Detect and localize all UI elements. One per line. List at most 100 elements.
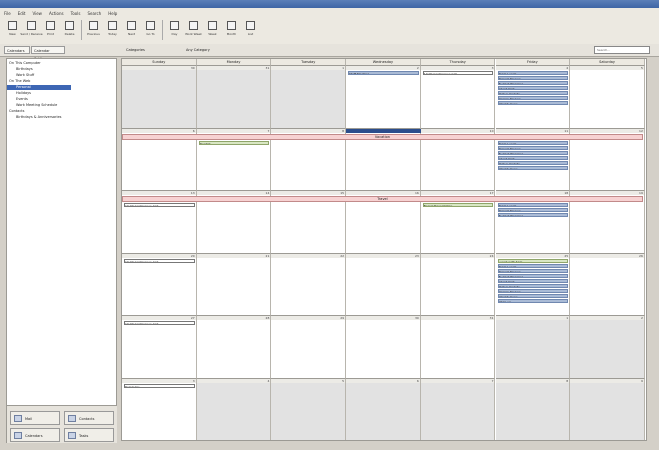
calendar-event[interactable]: Weekly Sync [497, 165, 569, 170]
menu-item-view[interactable]: View [32, 11, 42, 16]
menu-item-search[interactable]: Search [87, 11, 101, 16]
day-cell[interactable]: 20 [122, 253, 197, 317]
day-cell[interactable]: 1 [271, 66, 347, 129]
calendar-item[interactable]: Work Meeting Schedule [7, 103, 116, 108]
week-view-button[interactable]: Week [204, 18, 221, 42]
calendar-event[interactable]: Lunch with Sam [497, 258, 569, 263]
calendar-group[interactable]: On This Computer [7, 61, 109, 66]
today-button[interactable]: Today [104, 18, 121, 42]
calendar-item[interactable]: Events [7, 97, 116, 102]
calendar-event[interactable]: Weekly Sync [497, 101, 569, 105]
calendar-event[interactable]: Design Review [497, 288, 569, 293]
calendar-event[interactable]: Team Lunch [497, 203, 569, 208]
calendar-event[interactable]: Team Lunch [497, 140, 569, 145]
list-view-button[interactable]: List [242, 18, 259, 42]
day-cell[interactable]: 21 [196, 253, 272, 317]
calendar-group[interactable]: Contacts [7, 109, 109, 114]
day-cell[interactable]: 30 [346, 316, 421, 379]
calendars-button[interactable]: Calendars [10, 428, 60, 442]
day-cell[interactable]: 1 [495, 316, 571, 379]
calendar-event[interactable]: Status Update [497, 91, 569, 95]
day-cell[interactable]: 31 [420, 316, 496, 379]
month-view-button[interactable]: Month [223, 18, 240, 42]
search-input[interactable]: Search... [594, 46, 650, 54]
calendar-event[interactable]: Reminder [124, 384, 195, 388]
calendar-event[interactable]: Board Presentation [422, 203, 494, 208]
calendar-event[interactable]: Status Update [497, 160, 569, 165]
day-cell[interactable]: 24 [420, 253, 496, 317]
calendar-event[interactable]: 10:00 Conference Call [124, 203, 195, 208]
calendar-event[interactable]: Client Visit [497, 155, 569, 160]
menu-item-help[interactable]: Help [108, 11, 117, 16]
previous-button[interactable]: Previous [85, 18, 102, 42]
day-header: Tuesday [271, 59, 347, 66]
day-cell[interactable]: 23 [346, 253, 421, 317]
calendar-event[interactable]: 10:00 Conference Call [422, 71, 494, 75]
print-button[interactable]: Print [42, 18, 59, 42]
day-cell[interactable]: 9 [570, 379, 645, 440]
day-cell[interactable]: 6 [346, 379, 421, 440]
calendar-event[interactable]: Project Review [497, 145, 569, 150]
tab-calendar-settings[interactable]: Calendar Settings [31, 46, 65, 61]
day-cell[interactable]: 2 [346, 66, 421, 129]
calendar-event[interactable]: 10:00 Conference Call [124, 258, 195, 263]
calendar-event[interactable]: Project Review [497, 268, 569, 273]
go-to-button[interactable]: Go To [142, 18, 159, 42]
calendar-event[interactable]: Staff Meeting [348, 71, 419, 75]
calendar-event[interactable]: Budget Planning [497, 81, 569, 85]
new-button[interactable]: New [4, 18, 21, 42]
day-cell[interactable]: 5 [271, 379, 347, 440]
calendar-event[interactable]: Budget Planning [497, 273, 569, 278]
calendar-group[interactable]: On The Web [7, 79, 109, 84]
calendar-item[interactable]: Birthdays & Anniversaries [7, 115, 116, 120]
day-cell[interactable]: 30 [122, 66, 197, 129]
day-cell[interactable]: 28 [196, 316, 272, 379]
calendar-event[interactable]: Client Visit [497, 86, 569, 90]
calendar-event[interactable]: Wrap-up [497, 298, 569, 303]
calendar-event[interactable]: Budget Planning [497, 150, 569, 155]
menu-item-tools[interactable]: Tools [71, 11, 81, 16]
day-cell[interactable]: 3 [122, 379, 197, 440]
calendar-item[interactable]: Personal [7, 85, 71, 90]
day-view-button[interactable]: Day [166, 18, 183, 42]
calendar-event[interactable]: Project Review [497, 76, 569, 80]
all-day-event[interactable]: Travel [122, 196, 643, 203]
all-day-event[interactable]: Vacation [122, 133, 643, 140]
calendar-item[interactable]: Holidays [7, 91, 116, 96]
work-week-button[interactable]: Work Week [185, 18, 202, 42]
tab-calendars[interactable]: Calendars [4, 46, 30, 54]
day-cell[interactable]: 29 [271, 316, 347, 379]
day-cell[interactable]: 26 [570, 253, 645, 317]
delete-button[interactable]: Delete [61, 18, 78, 42]
calendar-event[interactable]: Weekly Sync [497, 293, 569, 298]
calendar-item[interactable]: Work Stuff [7, 73, 116, 78]
day-cell[interactable]: 5 [570, 66, 645, 129]
calendar-event[interactable]: Dentist [198, 140, 270, 145]
day-cell[interactable]: 7 [420, 379, 496, 440]
day-cell[interactable]: 22 [271, 253, 347, 317]
day-cell[interactable]: 2 [570, 316, 645, 379]
menu-item-edit[interactable]: Edit [18, 11, 26, 16]
mail-button[interactable]: Mail [10, 411, 60, 425]
send-receive-button[interactable]: Send / Receive [20, 18, 43, 42]
calendar-event[interactable]: Status Update [497, 283, 569, 288]
calendar-event[interactable]: Project Review [497, 208, 569, 213]
calendar-event[interactable]: Team Lunch [497, 71, 569, 75]
calendar-item[interactable]: Birthdays [7, 67, 116, 72]
next-button[interactable]: Next [123, 18, 140, 42]
menu-item-actions[interactable]: Actions [49, 11, 64, 16]
menu-item-file[interactable]: File [4, 11, 11, 16]
calendar-event[interactable]: Team Lunch [497, 263, 569, 268]
day-cell[interactable]: 3 [420, 66, 496, 129]
day-cell[interactable]: 4 [196, 379, 272, 440]
day-cell[interactable]: 27 [122, 316, 197, 379]
tasks-button[interactable]: Tasks [64, 428, 114, 442]
day-cell[interactable]: 31 [196, 66, 272, 129]
contacts-button[interactable]: Contacts [64, 411, 114, 425]
category-select[interactable]: Any Category [186, 46, 210, 54]
calendar-event[interactable]: Client Visit [497, 278, 569, 283]
calendar-event[interactable]: Budget Planning [497, 213, 569, 218]
day-cell[interactable]: 8 [495, 379, 571, 440]
calendar-event[interactable]: 10:00 Conference Call [124, 321, 195, 326]
calendar-event[interactable]: Design Review [497, 96, 569, 100]
